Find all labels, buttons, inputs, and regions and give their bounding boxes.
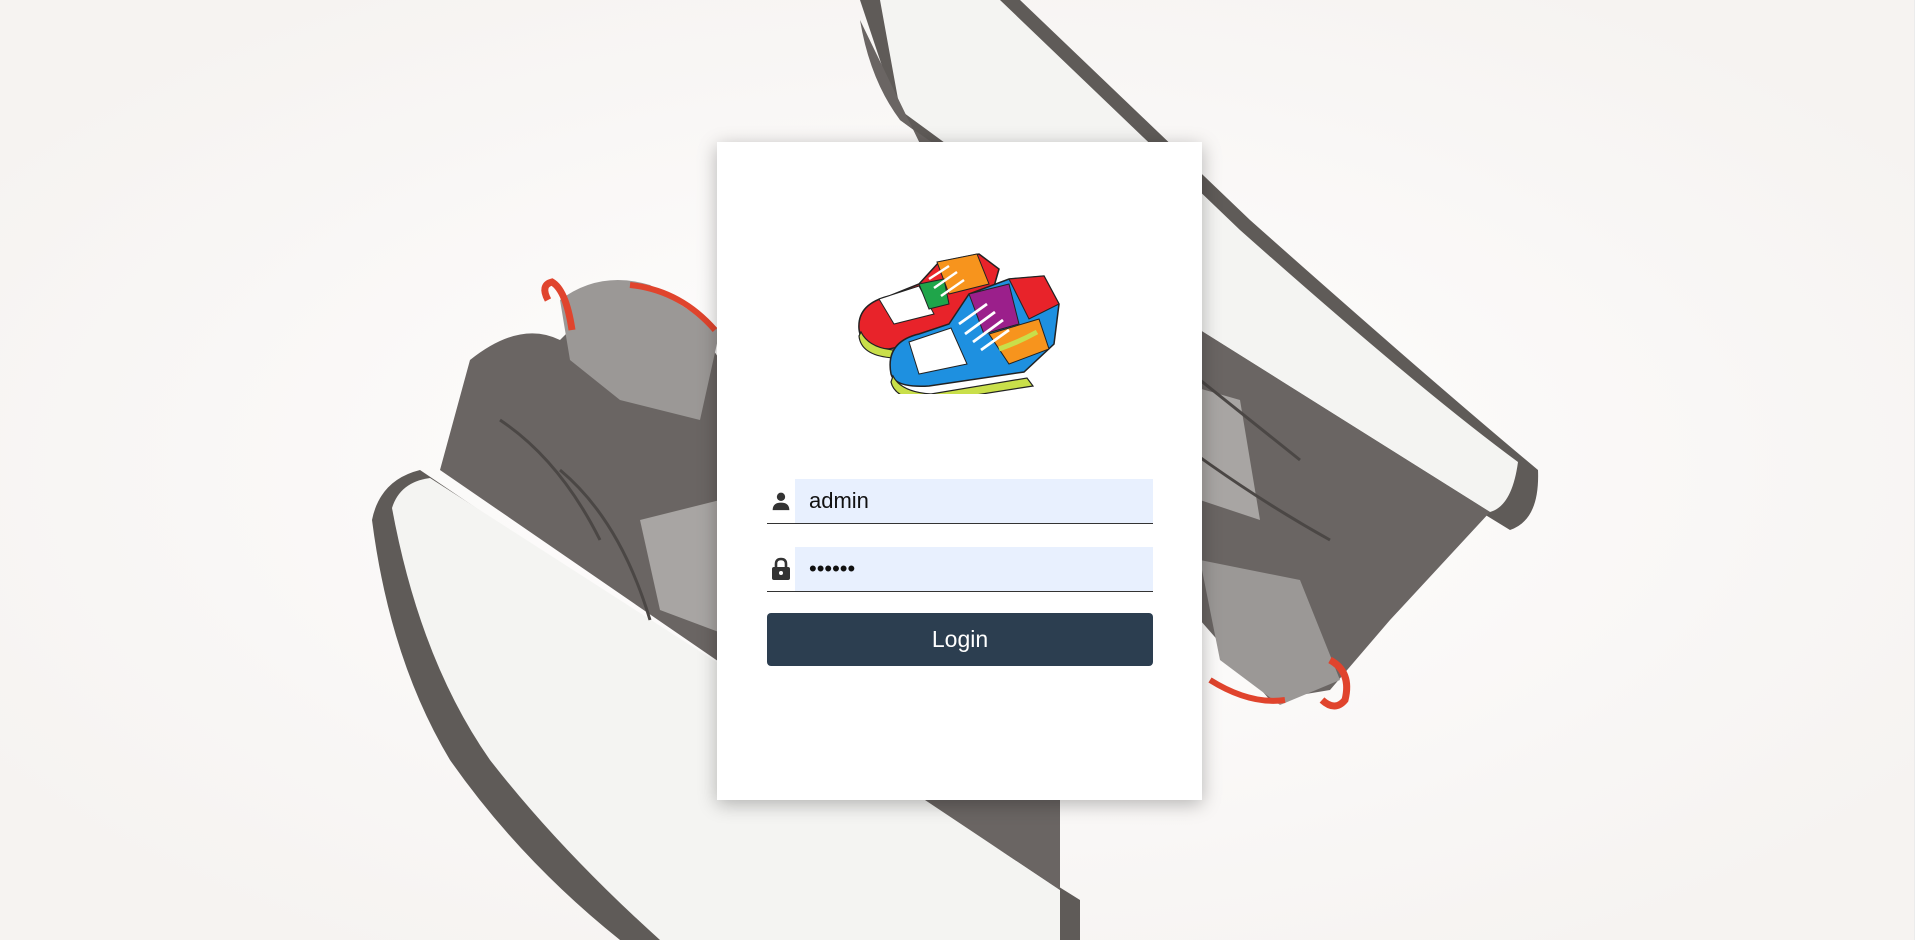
- window-edge: [1914, 0, 1920, 940]
- username-input[interactable]: [795, 479, 1153, 523]
- password-input[interactable]: [795, 547, 1153, 591]
- lock-icon: [767, 547, 795, 591]
- username-field: [767, 479, 1153, 524]
- login-button[interactable]: Login: [767, 613, 1153, 666]
- user-icon: [767, 479, 795, 523]
- login-page: Login: [0, 0, 1920, 940]
- password-field: [767, 547, 1153, 592]
- login-card: Login: [717, 142, 1202, 800]
- sneaker-logo: [858, 253, 1060, 394]
